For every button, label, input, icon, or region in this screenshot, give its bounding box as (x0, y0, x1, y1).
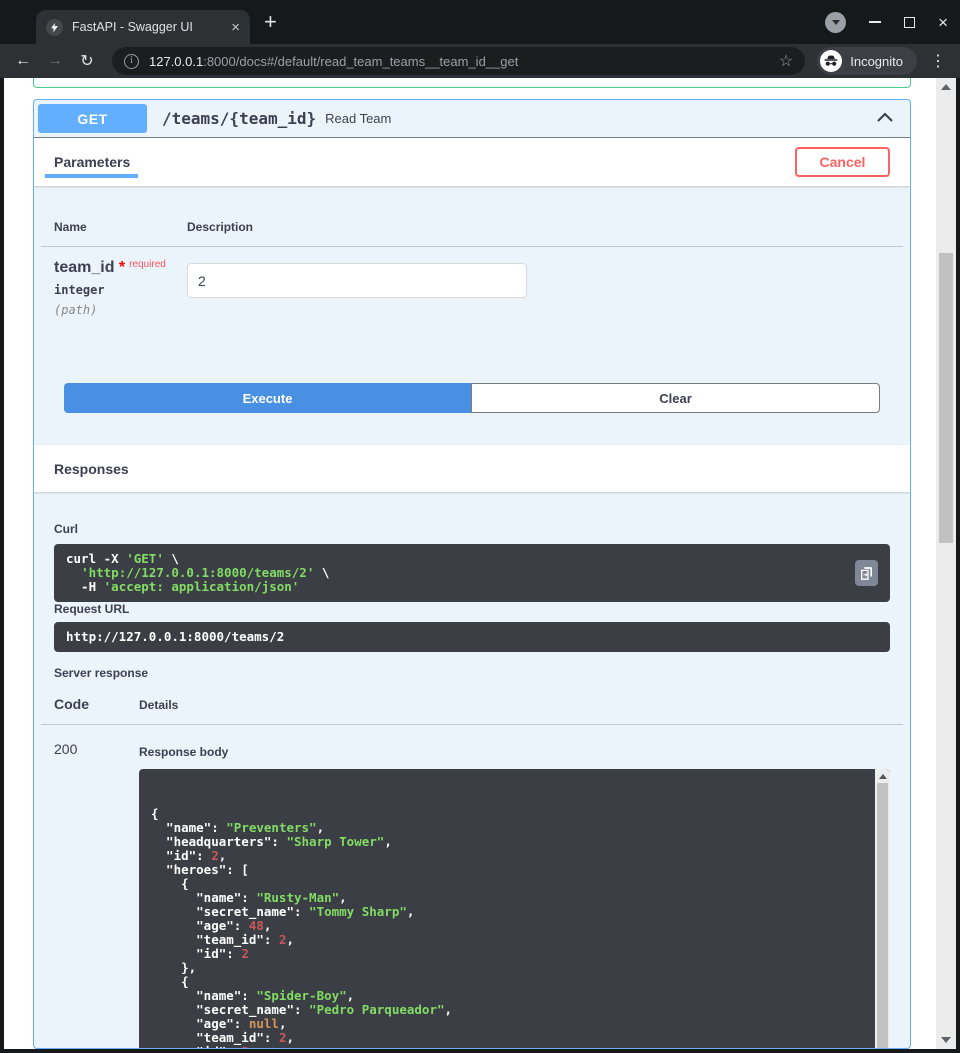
request-url-block: http://127.0.0.1:8000/teams/2 (54, 622, 890, 652)
parameters-section: Name Description team_id *required integ… (34, 186, 910, 445)
execute-button[interactable]: Execute (64, 383, 471, 413)
active-tab-underline (45, 174, 138, 178)
operation-description: Read Team (325, 111, 876, 126)
new-tab-button[interactable]: + (264, 11, 277, 33)
url-text: 127.0.0.1:8000/docs#/default/read_team_t… (149, 54, 771, 69)
responses-section: Curl curl -X 'GET' \ 'http://127.0.0.1:8… (34, 492, 910, 1049)
scroll-up-arrow-icon[interactable] (879, 774, 887, 779)
status-code: 200 (54, 739, 139, 1049)
address-bar[interactable]: i 127.0.0.1:8000/docs#/default/read_team… (112, 47, 805, 75)
window-minimize-button[interactable] (869, 21, 881, 23)
tab-parameters[interactable]: Parameters (54, 154, 130, 170)
incognito-icon (820, 50, 842, 72)
page-scroll-up-icon[interactable] (941, 84, 951, 90)
site-info-icon[interactable]: i (124, 54, 139, 69)
parameter-type: integer (54, 283, 187, 297)
incognito-badge: Incognito (817, 47, 917, 75)
team-id-input[interactable] (187, 263, 527, 298)
copy-to-clipboard-button[interactable] (855, 560, 878, 586)
tab-strip: FastAPI - Swagger UI × + × (0, 0, 960, 44)
response-body-label: Response body (139, 745, 890, 759)
code-column-header: Code (54, 696, 139, 712)
parameter-name: team_id *required (54, 259, 187, 277)
response-row: 200 Response body { "name": "Preventers"… (54, 739, 890, 1049)
bookmark-star-icon[interactable]: ☆ (779, 51, 793, 71)
curl-command-block: curl -X 'GET' \ 'http://127.0.0.1:8000/t… (54, 544, 890, 602)
execute-button-group: Execute Clear (64, 383, 880, 413)
reload-button-icon[interactable]: ↻ (74, 51, 100, 71)
tab-close-icon[interactable]: × (231, 20, 240, 35)
browser-tab[interactable]: FastAPI - Swagger UI × (36, 10, 250, 44)
previous-opblock-edge (33, 78, 911, 88)
fastapi-favicon-icon (46, 19, 63, 36)
operation-path: /teams/{team_id} (162, 109, 316, 128)
response-body-scrollbar[interactable] (875, 769, 890, 1049)
curl-label: Curl (54, 522, 890, 536)
description-column-header: Description (187, 220, 253, 234)
response-table-header: Code Details (41, 696, 903, 725)
clear-button[interactable]: Clear (471, 383, 880, 413)
back-button-icon[interactable]: ← (10, 52, 36, 70)
swagger-page: GET /teams/{team_id} Read Team Parameter… (4, 78, 936, 1049)
browser-menu-icon[interactable]: ⋮ (930, 51, 946, 71)
page-scrollbar-thumb[interactable] (939, 253, 953, 543)
page-viewport: GET /teams/{team_id} Read Team Parameter… (4, 78, 956, 1049)
required-label: required (129, 259, 166, 270)
forward-button-icon[interactable]: → (42, 52, 68, 70)
browser-scrollbar[interactable] (936, 78, 956, 1049)
tab-title: FastAPI - Swagger UI (72, 20, 225, 34)
name-column-header: Name (54, 220, 187, 234)
server-response-label: Server response (54, 666, 890, 680)
collapse-chevron-icon[interactable] (876, 110, 894, 128)
operation-summary[interactable]: GET /teams/{team_id} Read Team (34, 100, 910, 138)
method-badge: GET (38, 104, 147, 133)
parameters-section-header: Parameters Cancel (34, 138, 910, 186)
response-body-json: { "name": "Preventers", "headquarters": … (151, 807, 862, 1049)
required-asterisk: * (119, 259, 125, 276)
parameter-row: team_id *required integer (path) (54, 247, 890, 317)
window-maximize-button[interactable] (904, 17, 915, 28)
incognito-label: Incognito (850, 54, 903, 69)
window-close-button[interactable]: × (938, 14, 948, 31)
details-column-header: Details (139, 698, 178, 712)
opblock-get-teams: GET /teams/{team_id} Read Team Parameter… (33, 99, 911, 1049)
browser-toolbar: ← → ↻ i 127.0.0.1:8000/docs#/default/rea… (0, 44, 960, 78)
page-scroll-down-icon[interactable] (941, 1037, 951, 1043)
response-scrollbar-thumb[interactable] (877, 783, 888, 1049)
request-url-label: Request URL (54, 602, 890, 616)
tab-search-icon[interactable] (825, 12, 846, 33)
parameter-location: (path) (54, 303, 187, 317)
parameters-table-header: Name Description (41, 206, 903, 247)
responses-title: Responses (54, 461, 129, 477)
response-body-block: { "name": "Preventers", "headquarters": … (139, 769, 890, 1049)
cancel-button[interactable]: Cancel (795, 147, 890, 177)
responses-section-header: Responses (34, 445, 910, 492)
